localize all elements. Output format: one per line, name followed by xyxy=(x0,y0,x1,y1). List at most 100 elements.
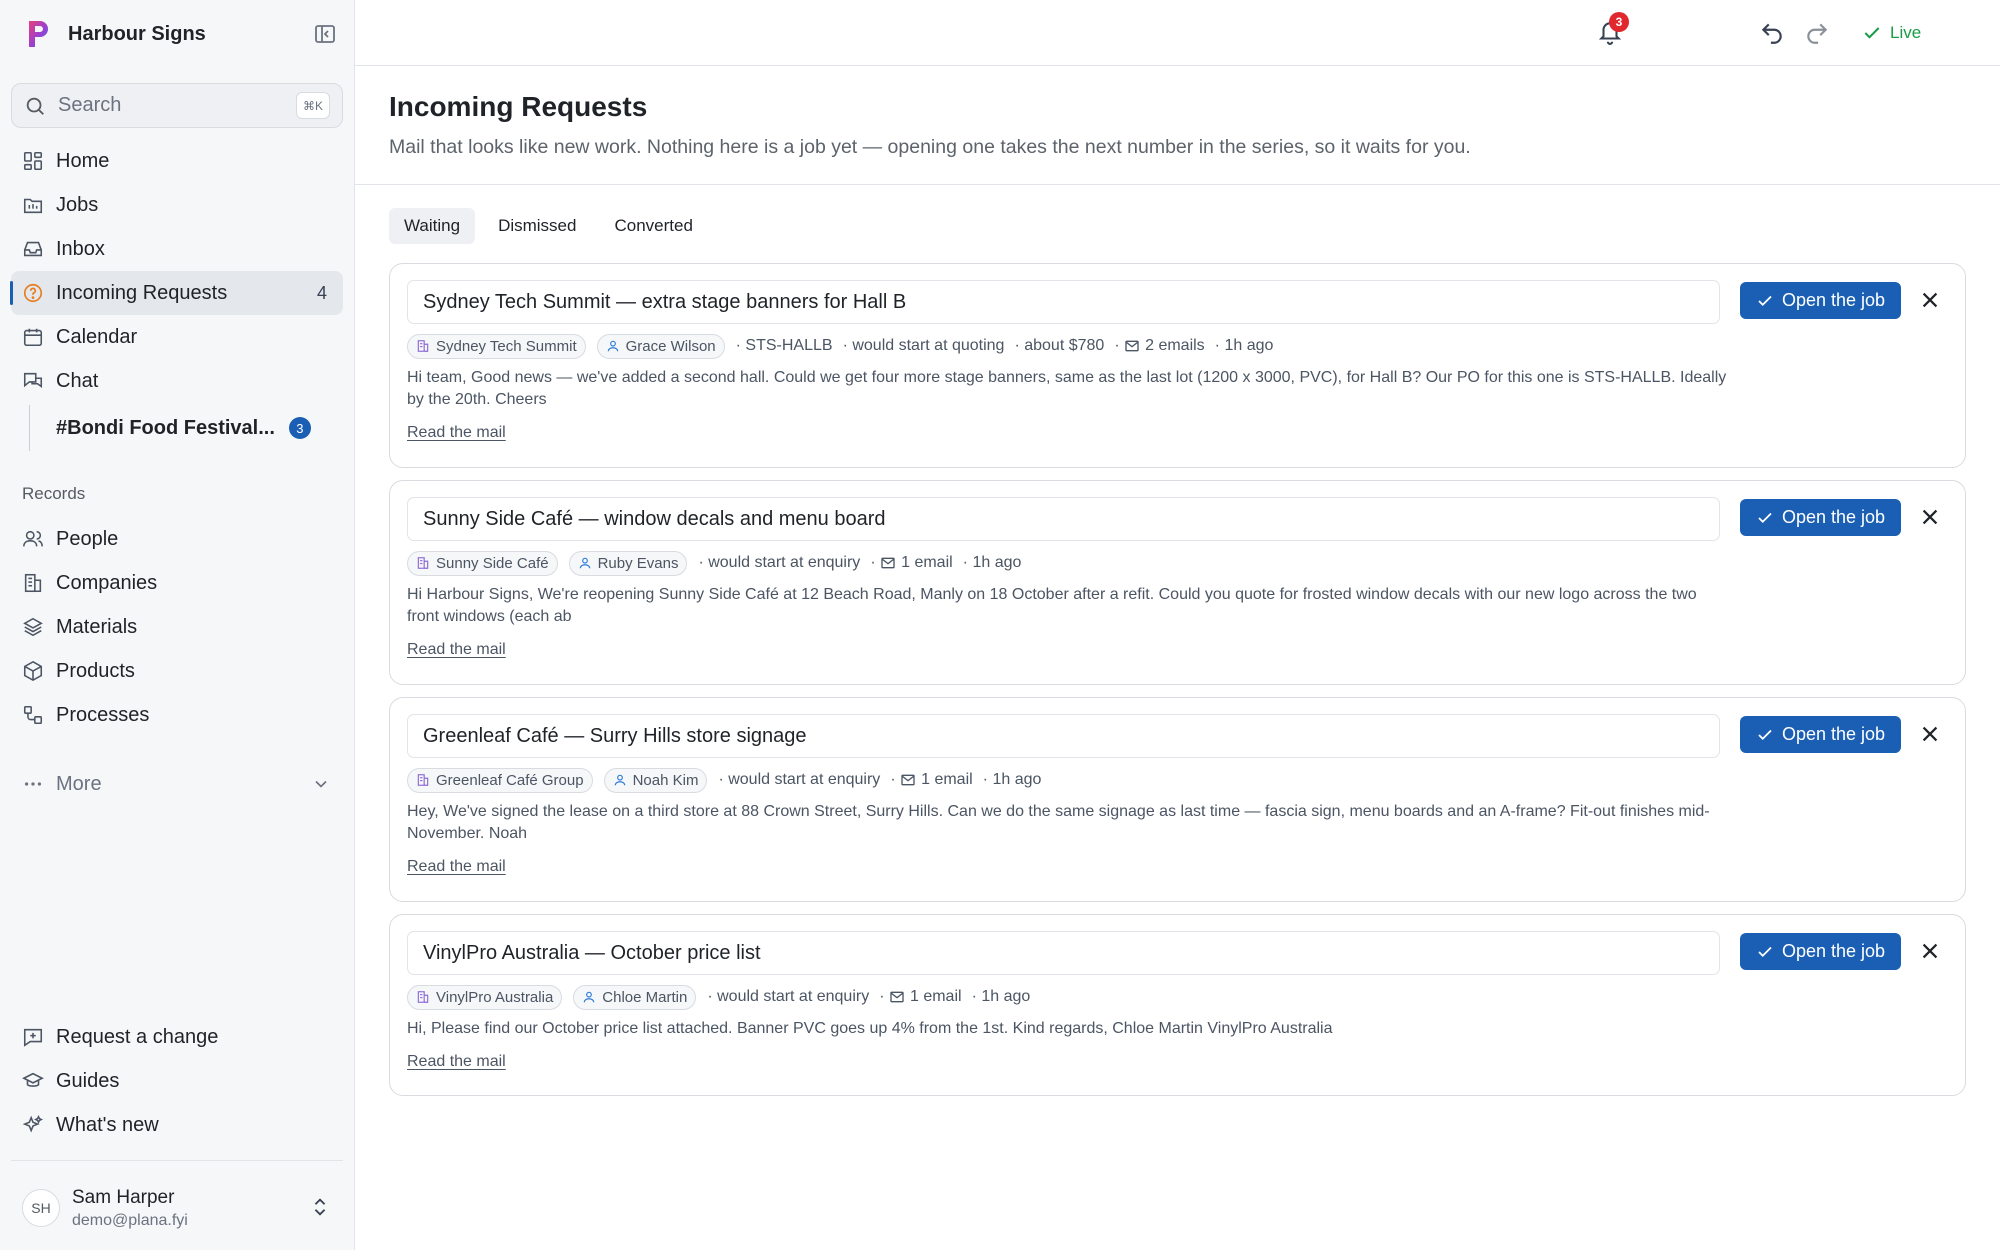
building-icon xyxy=(417,557,429,569)
open-job-button[interactable]: Open the job xyxy=(1740,716,1901,753)
company-chip[interactable]: Sunny Side Café xyxy=(407,550,558,576)
chevron-down-icon xyxy=(315,780,327,788)
person-chip[interactable]: Noah Kim xyxy=(603,767,708,793)
chat-icon xyxy=(23,372,43,389)
nav-item-materials[interactable]: Materials xyxy=(11,605,343,649)
start-stage: · would start at enquiry xyxy=(707,988,870,1005)
start-stage: · would start at quoting xyxy=(842,337,1005,354)
nav-label: Inbox xyxy=(56,237,105,260)
notification-count-badge: 3 xyxy=(1609,12,1629,32)
email-count-label: 1 email xyxy=(921,771,973,788)
inbox-icon xyxy=(23,241,43,257)
read-mail-link[interactable]: Read the mail xyxy=(407,641,506,659)
open-job-label: Open the job xyxy=(1781,941,1886,961)
nav-label: Calendar xyxy=(56,325,138,348)
open-job-label: Open the job xyxy=(1781,507,1886,527)
dismiss-icon[interactable] xyxy=(1919,289,1941,311)
request-title-input[interactable]: Greenleaf Café — Surry Hills store signa… xyxy=(407,714,1720,758)
company-chip[interactable]: Sydney Tech Summit xyxy=(407,333,586,359)
workspace-header[interactable]: Harbour Signs xyxy=(22,14,337,54)
nav-item-calendar[interactable]: Calendar xyxy=(11,315,343,359)
nav-label: People xyxy=(56,527,119,550)
nav-item-request-a-change[interactable]: Request a change xyxy=(11,1015,343,1059)
user-menu[interactable]: SH Sam Harper demo@plana.fyi xyxy=(22,1180,337,1236)
nav-item-companies[interactable]: Companies xyxy=(11,561,343,605)
feedback-icon xyxy=(23,1028,43,1047)
nav-item-processes[interactable]: Processes xyxy=(11,693,343,737)
more-label: More xyxy=(56,772,102,795)
dismiss-icon[interactable] xyxy=(1919,506,1941,528)
tab-converted[interactable]: Converted xyxy=(599,208,707,244)
email-count: · 1 email xyxy=(879,988,962,1005)
person-icon xyxy=(579,557,590,569)
home-grid-icon xyxy=(23,151,43,171)
records-nav: People Companies Materials Products Proc… xyxy=(11,517,343,737)
read-mail-link[interactable]: Read the mail xyxy=(407,424,506,442)
open-job-button[interactable]: Open the job xyxy=(1740,933,1901,970)
mail-excerpt: Hey, We've signed the lease on a third s… xyxy=(407,803,1710,842)
tab-dismissed[interactable]: Dismissed xyxy=(483,208,591,244)
nav-item-guides[interactable]: Guides xyxy=(11,1059,343,1103)
records-section-label: Records xyxy=(22,484,86,503)
live-label: Live xyxy=(1890,23,1922,42)
dismiss-icon[interactable] xyxy=(1919,723,1941,745)
email-count-label: 1 email xyxy=(909,988,962,1005)
box-icon xyxy=(23,660,43,682)
start-stage: · would start at enquiry xyxy=(698,554,861,571)
nav-label: Guides xyxy=(56,1069,120,1092)
email-count-label: 2 emails xyxy=(1145,337,1205,354)
person-icon xyxy=(607,340,618,352)
nav-item-products[interactable]: Products xyxy=(11,649,343,693)
open-job-button[interactable]: Open the job xyxy=(1740,282,1901,319)
nav-item-whats-new[interactable]: What's new xyxy=(11,1103,343,1147)
search-icon xyxy=(26,97,44,115)
tab-waiting[interactable]: Waiting xyxy=(389,208,476,244)
nav-item-inbox[interactable]: Inbox xyxy=(11,227,343,271)
check-icon xyxy=(1758,295,1772,306)
people-icon xyxy=(23,530,43,547)
search-shortcut: ⌘K xyxy=(295,92,330,119)
read-mail-link[interactable]: Read the mail xyxy=(407,1053,506,1071)
open-job-label: Open the job xyxy=(1781,290,1886,310)
request-meta: Greenleaf Café Group Noah Kim · would st… xyxy=(407,767,1051,793)
more-menu-toggle[interactable]: More xyxy=(11,762,343,806)
read-mail-link[interactable]: Read the mail xyxy=(407,858,506,876)
mail-icon xyxy=(890,991,904,1003)
nav-item-jobs[interactable]: Jobs xyxy=(11,183,343,227)
mail-excerpt: Hi team, Good news — we've added a secon… xyxy=(407,369,1727,408)
undo-icon[interactable] xyxy=(1759,20,1785,46)
channel-unread-badge: 3 xyxy=(288,417,311,439)
person-chip[interactable]: Grace Wilson xyxy=(596,333,725,359)
dismiss-icon[interactable] xyxy=(1919,940,1941,962)
request-title-input[interactable]: Sunny Side Café — window decals and menu… xyxy=(407,497,1720,541)
person-chip[interactable]: Chloe Martin xyxy=(573,984,697,1010)
company-chip[interactable]: VinylPro Australia xyxy=(407,984,563,1010)
processes-icon xyxy=(23,705,43,725)
person-chip[interactable]: Ruby Evans xyxy=(568,550,688,576)
redo-icon[interactable] xyxy=(1804,20,1830,46)
building-icon xyxy=(417,991,429,1003)
company-chip[interactable]: Greenleaf Café Group xyxy=(407,767,593,793)
incoming-requests-count: 4 xyxy=(316,282,327,303)
live-status[interactable]: Live xyxy=(1862,20,1921,46)
chat-channel-item[interactable]: #Bondi Food Festival... 3 xyxy=(29,405,329,451)
open-job-button[interactable]: Open the job xyxy=(1740,499,1901,536)
person-name: Grace Wilson xyxy=(625,337,716,355)
email-count: · 1 email xyxy=(890,771,973,788)
user-email: demo@plana.fyi xyxy=(72,1211,188,1229)
nav-item-chat[interactable]: Chat xyxy=(11,359,343,403)
collapse-sidebar-icon[interactable] xyxy=(313,22,337,46)
nav-item-home[interactable]: Home xyxy=(11,139,343,183)
nav-item-people[interactable]: People xyxy=(11,517,343,561)
request-title-input[interactable]: VinylPro Australia — October price list xyxy=(407,931,1720,975)
request-age: · 1h ago xyxy=(982,771,1042,788)
nav-label: Chat xyxy=(56,369,99,392)
search-input[interactable]: Search ⌘K xyxy=(11,83,343,128)
request-meta: Sunny Side Café Ruby Evans · would start… xyxy=(407,550,1031,576)
request-title-input[interactable]: Sydney Tech Summit — extra stage banners… xyxy=(407,280,1720,324)
mail-icon xyxy=(881,557,895,569)
nav-item-incoming-requests[interactable]: Incoming Requests 4 xyxy=(10,271,343,315)
user-name: Sam Harper xyxy=(72,1186,175,1208)
request-card: Sunny Side Café — window decals and menu… xyxy=(389,480,1966,685)
chevron-up-down-icon xyxy=(314,1198,326,1216)
